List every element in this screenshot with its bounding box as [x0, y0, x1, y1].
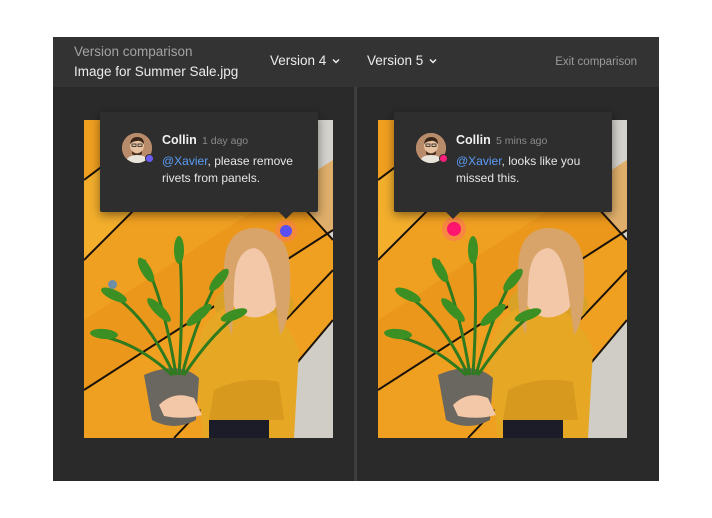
right-version-panel: Collin 5 mins ago @Xavier, looks like yo… [357, 87, 657, 481]
right-version-label: Version 5 [367, 53, 424, 68]
page-title: Version comparison [74, 44, 193, 59]
popover-arrow [279, 212, 293, 219]
comment-popover: Collin 5 mins ago @Xavier, looks like yo… [394, 112, 612, 219]
left-version-label: Version 4 [270, 53, 327, 68]
user-mention-link[interactable]: @Xavier [456, 154, 502, 168]
file-name: Image for Summer Sale.jpg [74, 64, 239, 79]
comment-text: @Xavier, please remove rivets from panel… [162, 153, 312, 187]
version-comparison-window: Version comparison Image for Summer Sale… [53, 37, 659, 481]
status-dot [145, 154, 154, 163]
user-mention-link[interactable]: @Xavier [162, 154, 208, 168]
header-bar: Version comparison Image for Summer Sale… [53, 37, 659, 87]
comment-pin[interactable] [275, 220, 297, 242]
comment-author: Collin [456, 133, 491, 147]
comment-time: 5 mins ago [496, 135, 548, 147]
left-version-dropdown[interactable]: Version 4 [270, 53, 341, 68]
comment-pin[interactable] [442, 217, 466, 241]
exit-comparison-button[interactable]: Exit comparison [555, 56, 637, 68]
left-version-panel: Collin 1 day ago @Xavier, please remove … [53, 87, 353, 481]
comment-pin-dot [280, 225, 292, 237]
chevron-down-icon [332, 58, 340, 64]
comment-pin[interactable] [108, 280, 117, 289]
popover-arrow [446, 212, 460, 219]
comment-popover: Collin 1 day ago @Xavier, please remove … [100, 112, 318, 219]
comment-author: Collin [162, 133, 197, 147]
comment-text: @Xavier, looks like you missed this. [456, 153, 606, 187]
comment-time: 1 day ago [202, 135, 249, 147]
status-dot [439, 154, 448, 163]
right-version-dropdown[interactable]: Version 5 [367, 53, 438, 68]
comment-pin-dot [447, 222, 461, 236]
chevron-down-icon [429, 58, 437, 64]
